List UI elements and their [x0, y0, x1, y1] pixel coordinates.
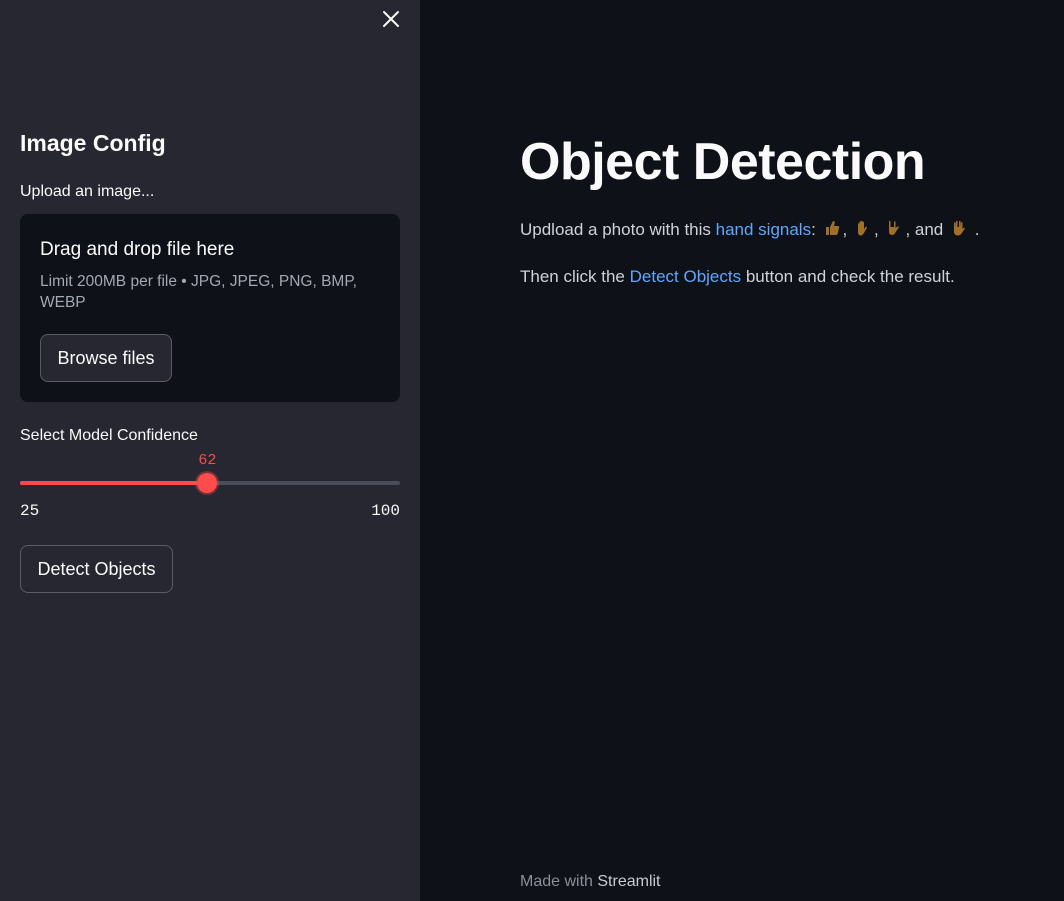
raised-hand-icon	[854, 219, 872, 242]
para1-sep-3: , and	[905, 220, 948, 239]
page-title: Object Detection	[520, 133, 926, 191]
detect-objects-link[interactable]: Detect Objects	[630, 267, 742, 286]
para1-colon: :	[811, 220, 821, 239]
dropzone-title: Drag and drop file here	[40, 239, 235, 260]
para2-prefix: Then click the	[520, 267, 630, 286]
streamlit-link[interactable]: Streamlit	[597, 873, 660, 890]
sidebar: Image Config Upload an image... Drag and…	[0, 0, 420, 901]
para1-sep-2: ,	[874, 220, 884, 239]
upload-label: Upload an image...	[20, 183, 155, 200]
instructions-paragraph-1: Updload a photo with this hand signals: …	[520, 219, 979, 242]
footer-prefix: Made with	[520, 873, 598, 890]
main-content: Object Detection Updload a photo with th…	[420, 0, 1064, 901]
vulcan-salute-icon	[950, 219, 968, 242]
thumbs-up-icon	[823, 219, 841, 242]
hand-signals-link[interactable]: hand signals	[716, 220, 811, 239]
para1-end: .	[974, 220, 980, 239]
slider-value: 62	[198, 452, 217, 469]
sidebar-title: Image Config	[20, 130, 166, 156]
close-sidebar-button[interactable]	[378, 6, 404, 32]
para2-suffix: button and check the result.	[741, 267, 955, 286]
rock-on-icon	[885, 219, 903, 242]
detect-objects-button[interactable]: Detect Objects	[20, 545, 173, 593]
slider-min-label: 25	[20, 502, 40, 520]
confidence-label: Select Model Confidence	[20, 427, 198, 444]
dropzone-limit-text: Limit 200MB per file • JPG, JPEG, PNG, B…	[40, 273, 357, 311]
para1-sep-1: ,	[842, 220, 852, 239]
para1-prefix: Updload a photo with this	[520, 220, 716, 239]
browse-files-button[interactable]: Browse files	[40, 334, 172, 382]
confidence-slider-track[interactable]	[20, 473, 400, 493]
close-icon	[383, 11, 399, 27]
slider-thumb[interactable]	[197, 473, 218, 493]
footer: Made with Streamlit	[520, 873, 661, 891]
app: Image Config Upload an image... Drag and…	[0, 0, 1064, 901]
slider-fill	[20, 481, 208, 485]
file-dropzone[interactable]: Drag and drop file here Limit 200MB per …	[20, 214, 400, 402]
instructions-paragraph-2: Then click the Detect Objects button and…	[520, 267, 955, 287]
slider-max-label: 100	[371, 502, 400, 520]
